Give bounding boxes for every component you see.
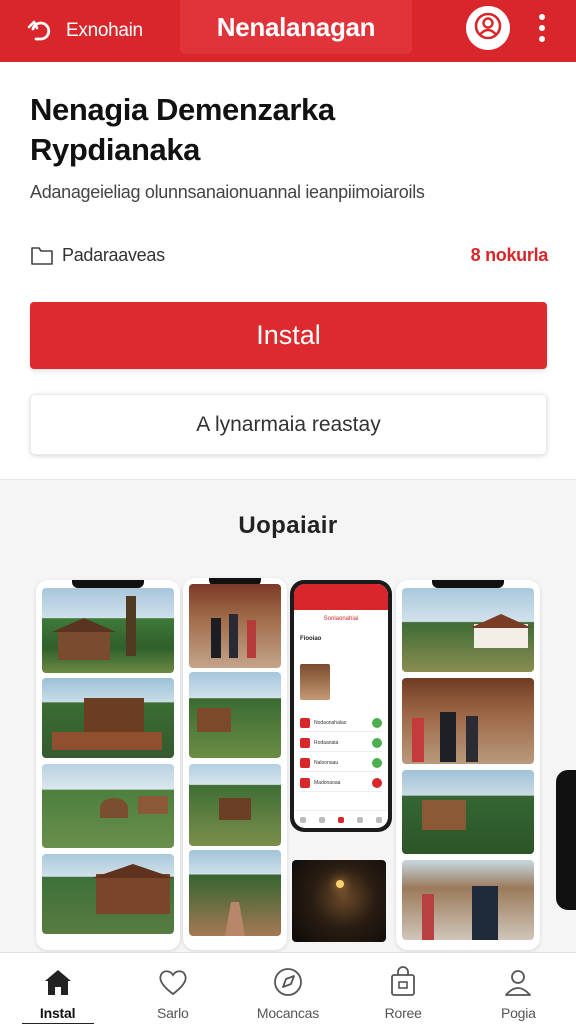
app-info-section: Nenagia Demenzarka Rypdianaka Adanageiel…: [0, 62, 576, 480]
nav-item-profile[interactable]: Pogia: [461, 953, 576, 1024]
screenshot-panel[interactable]: [183, 578, 287, 950]
phone-screen: Sonlaonahiai Fiooiao Nodaonahalao Rodaan…: [294, 584, 388, 828]
back-label: Exnohain: [66, 20, 143, 41]
screenshot-gallery[interactable]: Uopaiair Sonlaonahiai Fiooiao Nodaonahal…: [0, 480, 576, 952]
folder-icon: [31, 247, 53, 265]
photo-thumbnail: [402, 588, 534, 672]
nav-label: Mocancas: [256, 1005, 320, 1021]
photo-thumbnail: [292, 860, 386, 942]
secondary-action-button[interactable]: A lynarmaia reastay: [30, 394, 547, 455]
photo-thumbnail: [42, 764, 174, 848]
screenshot-panel[interactable]: [36, 580, 180, 950]
bag-icon: [386, 965, 420, 999]
app-title: Nenagia Demenzarka Rypdianaka: [30, 90, 550, 170]
compass-icon: [271, 965, 305, 999]
meta-row: Padaraaveas 8 nokurla: [30, 240, 548, 270]
profile-button[interactable]: [466, 6, 510, 50]
header-title: Nenalanagan: [216, 11, 376, 42]
nav-item-explore[interactable]: Mocancas: [230, 953, 345, 1024]
phone-list-item: Nodaonahalao: [300, 714, 382, 732]
phone-list-item: Naloonaau: [300, 754, 382, 772]
phone-app-bar: [294, 584, 388, 610]
return-arrow-icon: [26, 16, 56, 46]
photo-thumbnail: [189, 850, 281, 936]
gallery-title: Uopaiair: [238, 512, 338, 539]
person-icon: [501, 965, 535, 999]
photo-thumbnail: [402, 678, 534, 764]
nav-item-home[interactable]: Instal: [0, 953, 115, 1024]
user-icon: [473, 11, 503, 46]
vertical-dots-icon: [539, 14, 545, 20]
rating-count: 8 nokurla: [470, 244, 549, 265]
screenshot-panel[interactable]: [396, 580, 540, 950]
photo-thumbnail: [189, 764, 281, 846]
header-title-tab: Nenalanagan: [180, 0, 412, 54]
phone-mockup: Sonlaonahiai Fiooiao Nodaonahalao Rodaan…: [290, 580, 392, 832]
nav-label: Sarlo: [156, 1005, 189, 1021]
nav-label: Roree: [384, 1005, 422, 1021]
bottom-navigation: Instal Sarlo Mocancas Roree Pogia: [0, 952, 576, 1024]
photo-thumbnail: [189, 584, 281, 668]
nav-label: Instal: [39, 1005, 76, 1021]
phone-bottom-nav: [294, 810, 388, 828]
photo-thumbnail: [189, 672, 281, 758]
photo-thumbnail: [42, 678, 174, 758]
heart-icon: [156, 965, 190, 999]
phone-thumbnail: [300, 664, 330, 700]
photo-thumbnail: [42, 588, 174, 673]
photo-thumbnail: [402, 860, 534, 940]
home-icon: [41, 965, 75, 999]
top-app-bar: Exnohain Nenalanagan: [0, 0, 576, 62]
app-title-line2: Rypdianaka: [30, 132, 201, 167]
nav-label: Pogia: [500, 1005, 536, 1021]
back-button[interactable]: Exnohain: [0, 16, 180, 46]
partial-phone-mockup: [556, 770, 576, 910]
category-label: Padaraaveas: [62, 244, 165, 265]
phone-list-item: Rodaanata: [300, 734, 382, 752]
photo-thumbnail: [402, 770, 534, 854]
app-screen: Exnohain Nenalanagan Nenagia Demenzarka …: [0, 0, 576, 1024]
app-title-line1: Nenagia Demenzarka: [30, 92, 335, 127]
phone-title: Sonlaonahiai: [323, 616, 359, 622]
nav-item-favorites[interactable]: Sarlo: [115, 953, 230, 1024]
install-button[interactable]: Instal: [30, 302, 547, 369]
nav-item-store[interactable]: Roree: [346, 953, 461, 1024]
photo-thumbnail: [42, 854, 174, 934]
more-options-button[interactable]: [530, 10, 554, 46]
category-link[interactable]: Padaraaveas: [30, 244, 165, 266]
phone-heading: Fiooiao: [300, 636, 322, 642]
app-description: Adanageieliag olunnsanaionuannal ieanpii…: [30, 182, 425, 202]
phone-list-item: Madonaoaa: [300, 774, 382, 792]
